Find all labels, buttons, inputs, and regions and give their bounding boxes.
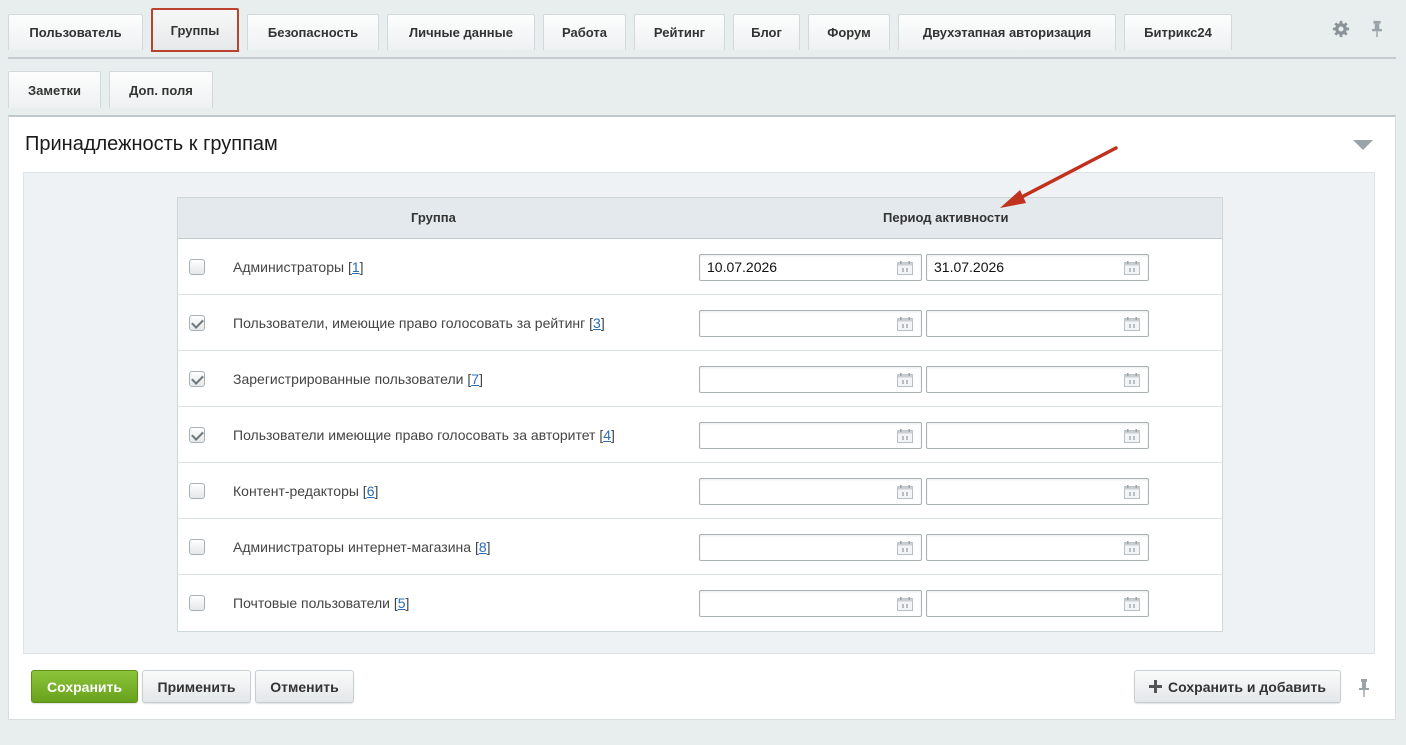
calendar-icon[interactable] xyxy=(897,373,913,387)
active-to-input[interactable] xyxy=(926,478,1149,505)
gear-icon[interactable] xyxy=(1332,20,1350,38)
tab-extra-fields[interactable]: Доп. поля xyxy=(109,71,213,108)
calendar-icon[interactable] xyxy=(1124,373,1140,387)
active-from-input[interactable] xyxy=(699,478,922,505)
active-from-input[interactable] xyxy=(699,366,922,393)
table-row: Пользователи имеющие право голосовать за… xyxy=(178,407,1222,463)
calendar-icon[interactable] xyxy=(897,597,913,611)
group-id-link[interactable]: 3 xyxy=(593,315,601,331)
tab-groups[interactable]: Группы xyxy=(151,8,239,52)
group-checkbox[interactable] xyxy=(189,315,205,331)
active-from-input[interactable]: 10.07.2026 xyxy=(699,254,922,281)
group-name: Пользователи, имеющие право голосовать з… xyxy=(233,315,605,331)
calendar-icon[interactable] xyxy=(1124,541,1140,555)
tab-work[interactable]: Работа xyxy=(543,14,626,50)
tab-tools xyxy=(1332,20,1386,38)
calendar-icon[interactable] xyxy=(1124,261,1140,275)
tab-forum[interactable]: Форум xyxy=(808,14,890,50)
main-panel: Принадлежность к группам Группа Период а… xyxy=(8,115,1396,720)
group-checkbox[interactable] xyxy=(189,483,205,499)
column-header-group: Группа xyxy=(411,210,456,225)
group-id-link[interactable]: 4 xyxy=(603,427,611,443)
annotation-arrow xyxy=(1000,146,1118,208)
save-and-add-button[interactable]: Сохранить и добавить xyxy=(1134,670,1341,703)
group-name: Пользователи имеющие право голосовать за… xyxy=(233,427,615,443)
active-to-input[interactable]: 31.07.2026 xyxy=(926,254,1149,281)
secondary-tab-bar: Заметки Доп. поля xyxy=(8,68,1396,108)
group-name: Контент-редакторы [6] xyxy=(233,483,379,499)
active-to-input[interactable] xyxy=(926,422,1149,449)
group-id-link[interactable]: 7 xyxy=(471,371,479,387)
table-row: Почтовые пользователи [5] xyxy=(178,575,1222,631)
tab-rating[interactable]: Рейтинг xyxy=(634,14,725,50)
table-row: Контент-редакторы [6] xyxy=(178,463,1222,519)
group-checkbox[interactable] xyxy=(189,427,205,443)
apply-button[interactable]: Применить xyxy=(142,670,251,703)
group-id-link[interactable]: 5 xyxy=(398,595,406,611)
group-name: Администраторы интернет-магазина [8] xyxy=(233,539,491,555)
section-title: Принадлежность к группам xyxy=(25,133,278,155)
save-and-add-label: Сохранить и добавить xyxy=(1168,678,1326,695)
table-row: Администраторы [1] 10.07.2026 31.07.2026 xyxy=(178,239,1222,295)
group-id-link[interactable]: 1 xyxy=(352,259,360,275)
tab-bitrix24[interactable]: Битрикс24 xyxy=(1124,14,1232,50)
group-id-link[interactable]: 8 xyxy=(479,539,487,555)
calendar-icon[interactable] xyxy=(897,429,913,443)
save-button[interactable]: Сохранить xyxy=(31,670,138,703)
table-row: Пользователи, имеющие право голосовать з… xyxy=(178,295,1222,351)
group-checkbox[interactable] xyxy=(189,539,205,555)
pin-icon[interactable] xyxy=(1368,20,1386,38)
calendar-icon[interactable] xyxy=(897,541,913,555)
table-row: Администраторы интернет-магазина [8] xyxy=(178,519,1222,575)
calendar-icon[interactable] xyxy=(1124,317,1140,331)
active-from-input[interactable] xyxy=(699,534,922,561)
calendar-icon[interactable] xyxy=(1124,597,1140,611)
group-name: Почтовые пользователи [5] xyxy=(233,595,410,611)
group-checkbox[interactable] xyxy=(189,259,205,275)
groups-table: Группа Период активности Администраторы … xyxy=(177,197,1223,632)
group-checkbox[interactable] xyxy=(189,371,205,387)
table-row: Зарегистрированные пользователи [7] xyxy=(178,351,1222,407)
active-from-input[interactable] xyxy=(699,590,922,617)
calendar-icon[interactable] xyxy=(1124,485,1140,499)
chevron-down-icon[interactable] xyxy=(1353,140,1373,150)
active-from-input[interactable] xyxy=(699,422,922,449)
calendar-icon[interactable] xyxy=(1124,429,1140,443)
cancel-button[interactable]: Отменить xyxy=(255,670,354,703)
group-checkbox[interactable] xyxy=(189,595,205,611)
tab-personal-data[interactable]: Личные данные xyxy=(387,14,535,50)
tab-security[interactable]: Безопасность xyxy=(247,14,379,50)
group-id-link[interactable]: 6 xyxy=(367,483,375,499)
active-to-input[interactable] xyxy=(926,310,1149,337)
active-to-input[interactable] xyxy=(926,534,1149,561)
active-to-input[interactable] xyxy=(926,590,1149,617)
primary-tab-bar: Пользователь Группы Безопасность Личные … xyxy=(8,8,1396,59)
tab-two-factor-auth[interactable]: Двухэтапная авторизация xyxy=(898,14,1116,50)
tab-user[interactable]: Пользователь xyxy=(8,14,143,50)
calendar-icon[interactable] xyxy=(897,261,913,275)
calendar-icon[interactable] xyxy=(897,485,913,499)
calendar-icon[interactable] xyxy=(897,317,913,331)
active-to-input[interactable] xyxy=(926,366,1149,393)
pin-icon[interactable] xyxy=(1356,679,1372,697)
active-from-input[interactable] xyxy=(699,310,922,337)
group-name: Администраторы [1] xyxy=(233,259,364,275)
group-name: Зарегистрированные пользователи [7] xyxy=(233,371,483,387)
plus-icon xyxy=(1149,680,1163,693)
tab-blog[interactable]: Блог xyxy=(733,14,800,50)
groups-container: Группа Период активности Администраторы … xyxy=(23,172,1375,654)
tab-notes[interactable]: Заметки xyxy=(8,71,101,108)
